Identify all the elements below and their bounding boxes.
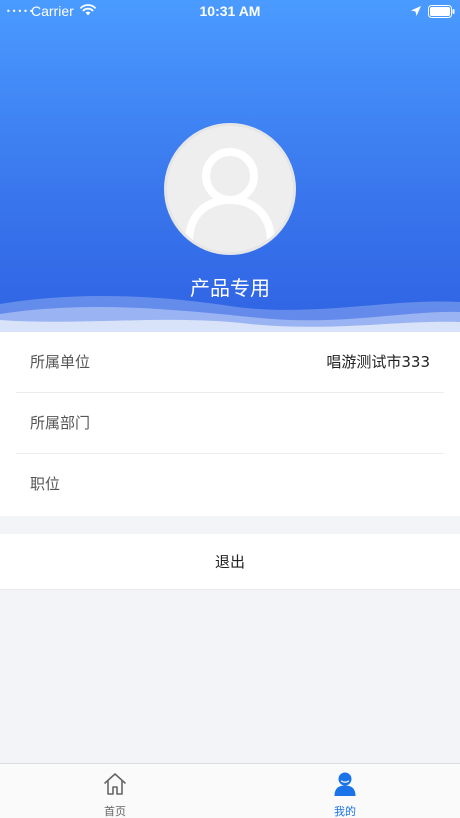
info-row-unit: 所属单位 唱游测试市333 [16,332,444,393]
tab-home-label: 首页 [104,805,126,818]
department-label: 所属部门 [30,414,91,432]
profile-header: ••••• Carrier 10:31 AM 产品专用 [0,0,460,332]
person-icon [334,772,356,796]
unit-label: 所属单位 [30,353,91,371]
clock: 10:31 AM [199,3,261,19]
position-label: 职位 [30,475,61,493]
tab-home[interactable]: 首页 [0,764,230,818]
info-row-position: 职位 [16,454,444,515]
info-row-department: 所属部门 [16,393,444,454]
battery-icon [428,5,455,22]
info-card: 所属单位 唱游测试市333 所属部门 职位 [0,332,460,516]
unit-value: 唱游测试市333 [326,353,430,371]
user-silhouette-icon [185,148,275,246]
status-bar: ••••• Carrier 10:31 AM [0,0,460,24]
wave-decoration [0,295,460,332]
avatar[interactable] [164,123,296,255]
logout-button[interactable]: 退出 [0,534,460,590]
tab-mine[interactable]: 我的 [230,764,460,818]
tab-bar: 首页 我的 [0,763,460,818]
tab-mine-label: 我的 [334,805,356,818]
home-icon [104,773,126,795]
location-arrow-icon [410,5,422,21]
